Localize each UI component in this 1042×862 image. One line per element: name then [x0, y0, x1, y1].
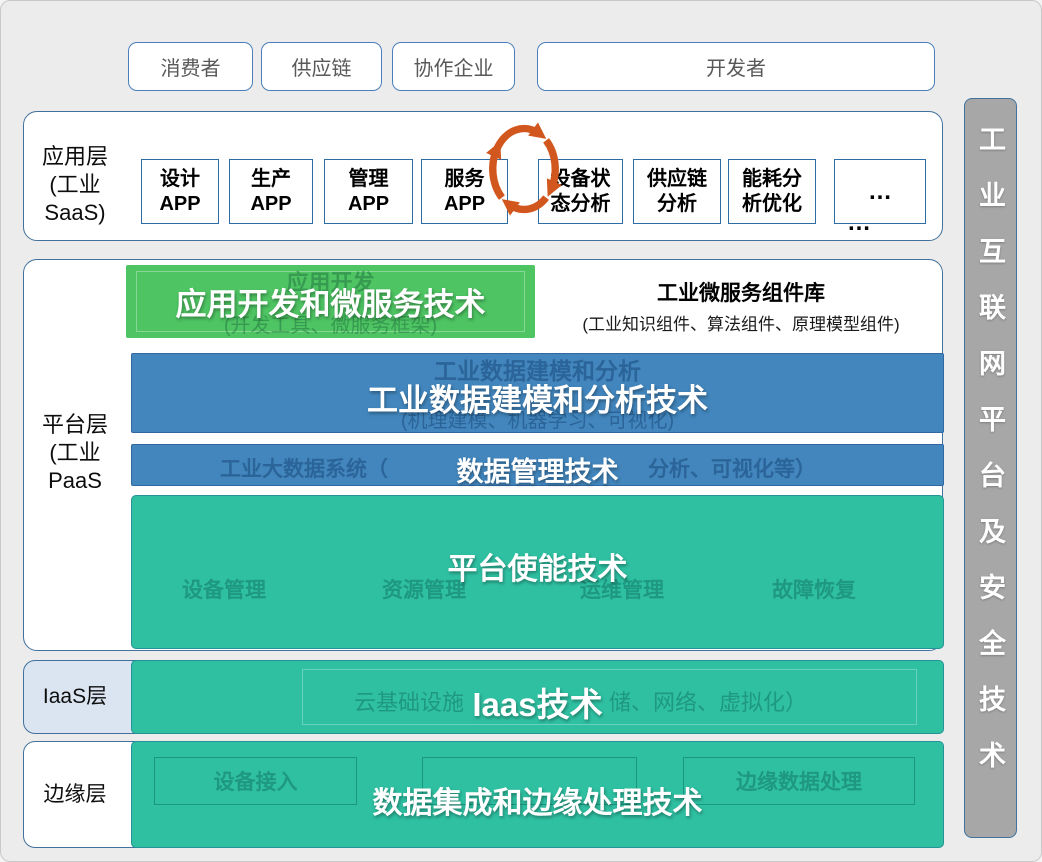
iaas-title: Iaas技术 — [132, 678, 943, 726]
actor-box-developer: 开发者 — [537, 42, 935, 91]
edge-layer-label: 边缘层 — [27, 781, 123, 809]
application-layer-label: 应用层 (工业 SaaS) — [23, 143, 127, 227]
platform-enablement-title: 平台使能技术 — [132, 544, 943, 588]
security-sidebar: 工业互联网平台及安全技术 — [964, 98, 1017, 838]
app-dev-microservice-bar: 应用开发 (开发工具、微服务框架) 应用开发和微服务技术 — [126, 265, 535, 338]
microservice-library-subtitle: (工业知识组件、算法组件、原理模型组件) — [541, 310, 941, 335]
iaas-bar: 云基础设施 储、网络、虚拟化） Iaas技术 — [131, 660, 944, 734]
app-dev-title: 应用开发和微服务技术 — [126, 279, 535, 324]
iaas-layer-label: IaaS层 — [27, 683, 123, 711]
microservice-library-block: 工业微服务组件库 (工业知识组件、算法组件、原理模型组件) — [541, 277, 941, 335]
analysis-box-energy: 能耗分析优化 — [728, 159, 816, 224]
more-ellipsis: … — [847, 209, 873, 237]
analysis-box-supply-chain: 供应链分析 — [633, 159, 721, 224]
actor-label: 消费者 — [161, 52, 221, 81]
microservice-library-title: 工业微服务组件库 — [541, 277, 941, 307]
data-management-bar: 工业大数据系统（ 分析、可视化等） 数据管理技术 — [131, 444, 944, 486]
industrial-internet-platform-diagram: 消费者 供应链 协作企业 开发者 应用层 (工业 SaaS) 设计APP 生产A… — [0, 0, 1042, 862]
app-box-management: 管理APP — [324, 159, 413, 224]
cycle-arrows-icon — [478, 113, 570, 225]
edge-bar: 设备接入 边缘数据处理 数据集成和边缘处理技术 — [131, 741, 944, 848]
actor-box-partner: 协作企业 — [392, 42, 515, 91]
data-management-title: 数据管理技术 — [132, 450, 943, 489]
edge-title: 数据集成和边缘处理技术 — [132, 778, 943, 822]
data-modeling-bar: 工业数据建模和分析 (机理建模、机器学习、可视化) 工业数据建模和分析技术 — [131, 353, 944, 433]
actor-box-consumer: 消费者 — [128, 42, 253, 91]
actor-label: 供应链 — [292, 52, 352, 81]
actor-label: 协作企业 — [414, 52, 494, 81]
platform-enablement-bar: 设备管理 资源管理 运维管理 故障恢复 平台使能技术 — [131, 495, 944, 649]
app-box-design: 设计APP — [141, 159, 219, 224]
security-sidebar-text: 工业互联网平台及安全技术 — [971, 99, 1010, 837]
data-modeling-title: 工业数据建模和分析技术 — [132, 375, 943, 420]
actor-box-supply-chain: 供应链 — [261, 42, 382, 91]
app-box-production: 生产APP — [229, 159, 313, 224]
platform-layer-label: 平台层 (工业 PaaS — [23, 411, 127, 495]
actor-label: 开发者 — [706, 52, 766, 81]
